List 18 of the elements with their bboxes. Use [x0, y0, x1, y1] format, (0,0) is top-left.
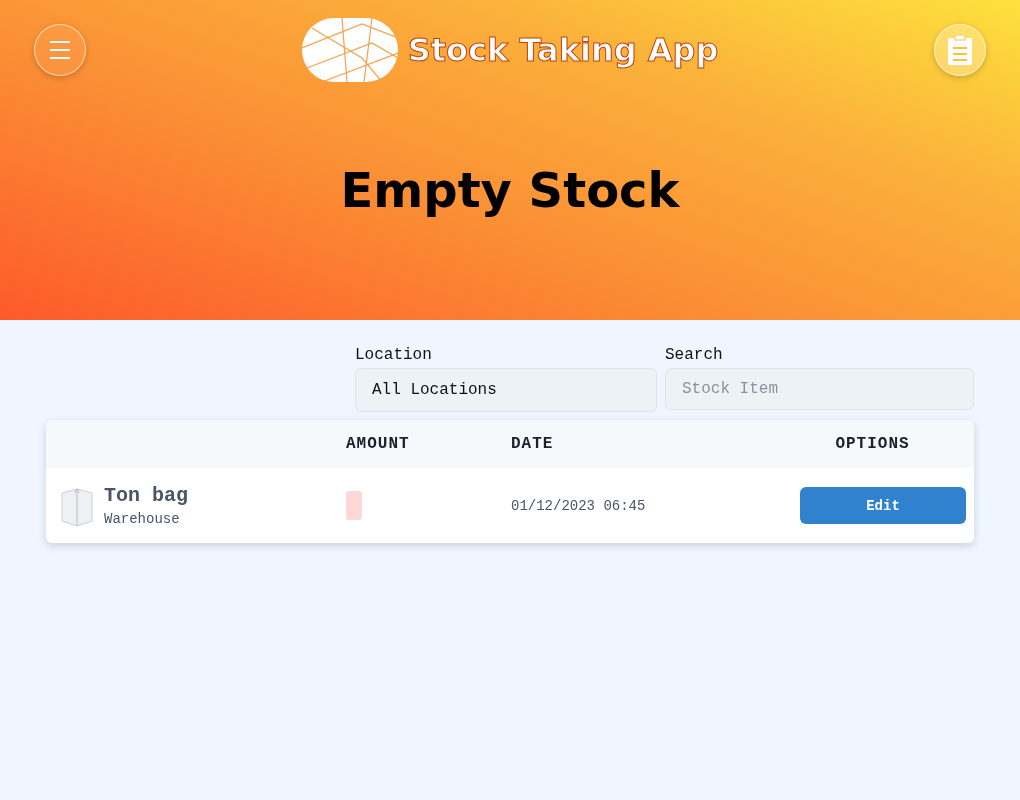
item-name: Ton bag — [104, 484, 188, 507]
search-field[interactable]: Stock Item — [665, 368, 974, 410]
column-header: DATE — [511, 435, 554, 453]
menu-icon — [49, 40, 71, 60]
column-header: OPTIONS — [835, 435, 910, 453]
item-location: Warehouse — [104, 511, 181, 527]
field-label: Location — [355, 346, 433, 364]
column-header: AMOUNT — [346, 435, 410, 453]
date-cell-text: 01/12/2023 06:45 — [511, 497, 647, 514]
app-title: Stock Taking App — [407, 31, 719, 69]
edit-button[interactable]: Edit — [800, 487, 966, 524]
clipboard-icon — [947, 35, 973, 65]
clipboard-button[interactable] — [934, 24, 986, 76]
page-title: Empty Stock — [339, 162, 681, 218]
field-label: Search — [665, 346, 724, 364]
location-select[interactable]: All Locations — [355, 368, 657, 412]
amount-badge — [346, 491, 362, 520]
menu-button[interactable] — [34, 24, 86, 76]
